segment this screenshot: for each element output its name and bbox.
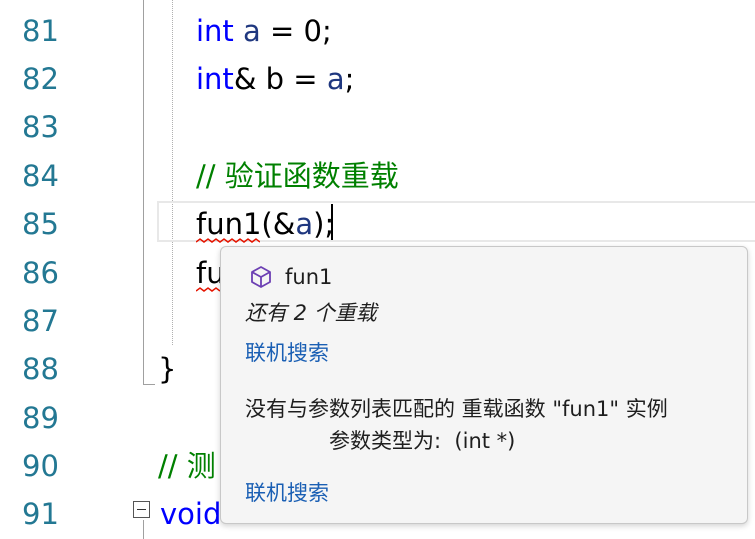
code-text: = 0; (260, 14, 332, 48)
line-number: 88 (22, 352, 59, 386)
tooltip-symbol-name: fun1 (285, 265, 333, 289)
variable: a (243, 14, 261, 48)
line-number: 90 (22, 449, 59, 483)
code-text: b = (256, 62, 327, 96)
code-line-90-comment[interactable]: // 测 (158, 442, 216, 490)
line-number: 87 (22, 304, 59, 338)
line-number: 84 (22, 159, 59, 193)
line-number: 83 (22, 110, 59, 144)
code-line-84-comment[interactable]: // 验证函数重载 (196, 152, 399, 200)
online-search-link[interactable]: 联机搜索 (245, 477, 329, 507)
indent-guide (172, 0, 173, 345)
code-line-82[interactable]: int& b = a; (196, 55, 354, 103)
online-search-link[interactable]: 联机搜索 (245, 337, 329, 367)
scope-guide (143, 520, 144, 539)
tooltip-error-detail: 参数类型为: (int *) (329, 429, 516, 453)
cube-icon (251, 266, 271, 288)
code-text: fun1(& (196, 207, 296, 241)
line-number: 91 (22, 497, 59, 531)
tooltip-error-message: 没有与参数列表匹配的 重载函数 "fun1" 实例 (245, 397, 668, 421)
line-number: 82 (22, 62, 59, 96)
text-caret (331, 204, 333, 240)
line-number: 86 (22, 256, 59, 290)
scope-guide (143, 0, 144, 385)
error-squiggle (196, 287, 221, 292)
line-number: 89 (22, 401, 59, 435)
code-text: ; (344, 62, 355, 96)
code-line-81[interactable]: int a = 0; (196, 7, 332, 55)
keyword: int (196, 62, 234, 96)
tooltip-overloads: 还有 2 个重载 (245, 301, 377, 325)
code-text: & (233, 62, 257, 96)
variable: a (326, 62, 345, 96)
code-line-91[interactable]: void (160, 490, 221, 538)
scope-guide-end (143, 384, 155, 385)
variable: a (295, 207, 314, 241)
code-line-88[interactable]: } (158, 345, 176, 393)
line-number: 85 (22, 207, 59, 241)
line-number: 81 (22, 14, 59, 48)
keyword: int (196, 14, 234, 48)
fold-toggle-icon[interactable] (133, 501, 150, 518)
quick-info-tooltip: fun1 还有 2 个重载 联机搜索 没有与参数列表匹配的 重载函数 "fun1… (220, 246, 748, 524)
error-squiggle (196, 238, 260, 243)
